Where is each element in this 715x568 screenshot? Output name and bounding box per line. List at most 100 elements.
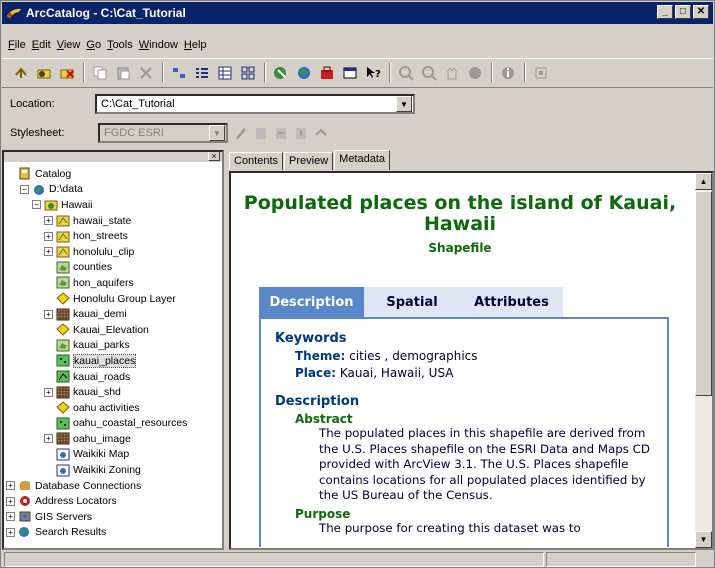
list-button[interactable] xyxy=(191,63,213,83)
search-button[interactable] xyxy=(293,63,315,83)
tree-node-honolulu-group-layer[interactable]: Honolulu Group Layer xyxy=(6,291,222,307)
properties-icon[interactable] xyxy=(253,125,269,141)
scroll-up-button[interactable]: ▲ xyxy=(695,173,712,190)
place-label: Place: xyxy=(295,366,337,380)
create-thumbnail-button[interactable] xyxy=(530,63,552,83)
expand-icon[interactable]: + xyxy=(44,247,53,257)
menu-window[interactable]: Window xyxy=(139,39,178,51)
tree-node-waikiki-map[interactable]: Waikiki Map xyxy=(6,447,222,463)
whats-this-button[interactable]: ? xyxy=(362,63,384,83)
thumbnails-button[interactable] xyxy=(237,63,259,83)
tab-attributes[interactable]: Attributes xyxy=(460,287,563,317)
tree-node-waikiki-zoning[interactable]: Waikiki Zoning xyxy=(6,462,222,478)
menu-file[interactable]: File xyxy=(8,39,26,51)
status-cell-secondary xyxy=(546,551,696,567)
tab-metadata[interactable]: Metadata xyxy=(334,150,391,170)
expand-icon[interactable]: + xyxy=(44,434,53,444)
full-extent-button[interactable] xyxy=(464,63,486,83)
tree-node-kauai-elevation[interactable]: Kauai_Elevation xyxy=(6,322,222,338)
paste-button[interactable] xyxy=(112,63,134,83)
theme-label: Theme: xyxy=(295,349,346,363)
tree-node-address-locators[interactable]: + Address Locators xyxy=(6,493,222,509)
identify-button[interactable] xyxy=(497,63,519,83)
zoom-out-button[interactable] xyxy=(418,63,440,83)
close-icon[interactable]: × xyxy=(208,152,220,161)
tree-node-kauai-places[interactable]: kauai_places xyxy=(6,353,222,369)
tree-node-database-connections[interactable]: + Database Connections xyxy=(6,478,222,494)
tree-node-search-results[interactable]: + Search Results xyxy=(6,525,222,541)
tree-node-label: kauai_parks xyxy=(73,339,130,352)
collapse-icon[interactable]: − xyxy=(32,200,41,210)
tree-node-kauai-shd[interactable]: + kauai_shd xyxy=(6,384,222,400)
chevron-down-icon[interactable]: ▼ xyxy=(396,96,412,112)
collapse-icon[interactable]: − xyxy=(20,184,29,194)
scroll-thumb[interactable] xyxy=(695,191,712,396)
toolbar-separator xyxy=(162,63,164,83)
update-metadata-icon[interactable] xyxy=(313,125,329,141)
keywords-heading: Keywords xyxy=(275,331,347,346)
tree-node-hawaii[interactable]: − Hawaii xyxy=(6,197,222,213)
tab-contents[interactable]: Contents xyxy=(229,152,284,170)
expand-icon[interactable]: + xyxy=(44,216,53,226)
menu-bar: File Edit View Go Tools Window Help xyxy=(2,35,713,55)
tree-node-oahu-image[interactable]: + oahu_image xyxy=(6,431,222,447)
chevron-down-icon[interactable]: ▼ xyxy=(209,125,225,141)
location-input[interactable]: C:\Cat_Tutorial xyxy=(95,94,415,114)
tree-node-oahu-coastal-resources[interactable]: oahu_coastal_resources xyxy=(6,416,222,432)
close-button[interactable]: ✕ xyxy=(693,5,709,19)
menu-go[interactable]: Go xyxy=(86,39,101,51)
up-one-level-button[interactable] xyxy=(10,63,32,83)
tree-node-kauai-parks[interactable]: kauai_parks xyxy=(6,338,222,354)
details-button[interactable] xyxy=(214,63,236,83)
tree-node-hon-streets[interactable]: + hon_streets xyxy=(6,228,222,244)
tab-spatial[interactable]: Spatial xyxy=(364,287,460,317)
import-metadata-icon[interactable] xyxy=(273,125,289,141)
expand-icon[interactable]: + xyxy=(6,481,15,491)
pan-button[interactable] xyxy=(441,63,463,83)
connect-folder-button[interactable] xyxy=(33,63,55,83)
disconnect-folder-button[interactable] xyxy=(56,63,78,83)
title-bar[interactable]: ArcCatalog - C:\Cat_Tutorial _ □ ✕ xyxy=(2,2,713,24)
tree-node-d-data[interactable]: − D:\data xyxy=(6,182,222,198)
tab-description[interactable]: Description xyxy=(259,287,364,317)
zoom-in-button[interactable] xyxy=(395,63,417,83)
menu-edit[interactable]: Edit xyxy=(32,39,51,51)
large-icons-button[interactable] xyxy=(168,63,190,83)
expand-icon[interactable]: + xyxy=(6,512,15,522)
tree-node-kauai-roads[interactable]: kauai_roads xyxy=(6,369,222,385)
expand-icon[interactable]: + xyxy=(44,309,53,319)
scroll-down-button[interactable]: ▼ xyxy=(695,531,712,548)
menu-view[interactable]: View xyxy=(57,39,81,51)
menu-help[interactable]: Help xyxy=(184,39,207,51)
menu-tools[interactable]: Tools xyxy=(107,39,133,51)
vertical-scrollbar[interactable]: ▲ ▼ xyxy=(695,173,712,548)
tab-preview[interactable]: Preview xyxy=(284,152,334,170)
window-title: ArcCatalog - C:\Cat_Tutorial xyxy=(26,6,186,20)
tree-node-label: Database Connections xyxy=(35,479,142,492)
expand-icon[interactable]: + xyxy=(6,527,15,537)
tree-node-hawaii-state[interactable]: + hawaii_state xyxy=(6,213,222,229)
arctoolbox-button[interactable] xyxy=(316,63,338,83)
disconnect-folder-icon xyxy=(60,69,74,79)
edit-metadata-icon[interactable] xyxy=(233,125,249,141)
minimize-button[interactable]: _ xyxy=(657,5,673,19)
tree-node-honolulu-clip[interactable]: + honolulu_clip xyxy=(6,244,222,260)
command-line-button[interactable] xyxy=(339,63,361,83)
tree-node-kauai-demi[interactable]: + kauai_demi xyxy=(6,306,222,322)
copy-button[interactable] xyxy=(89,63,111,83)
expand-icon[interactable]: + xyxy=(44,231,53,241)
pan-hand-icon xyxy=(447,67,457,80)
tree-node-gis-servers[interactable]: + GIS Servers xyxy=(6,509,222,525)
export-metadata-icon[interactable] xyxy=(293,125,309,141)
expand-icon[interactable]: + xyxy=(44,387,53,397)
tree-node-label: honolulu_clip xyxy=(73,245,135,258)
tree-node-catalog[interactable]: Catalog xyxy=(6,166,222,182)
maximize-button[interactable]: □ xyxy=(675,5,691,19)
svg-text:?: ? xyxy=(375,69,381,80)
launch-arcmap-button[interactable] xyxy=(270,63,292,83)
tree-node-hon-aquifers[interactable]: hon_aquifers xyxy=(6,275,222,291)
tree-node-counties[interactable]: counties xyxy=(6,260,222,276)
tree-node-oahu-activities[interactable]: oahu activities xyxy=(6,400,222,416)
delete-button[interactable] xyxy=(135,63,157,83)
expand-icon[interactable]: + xyxy=(6,496,15,506)
